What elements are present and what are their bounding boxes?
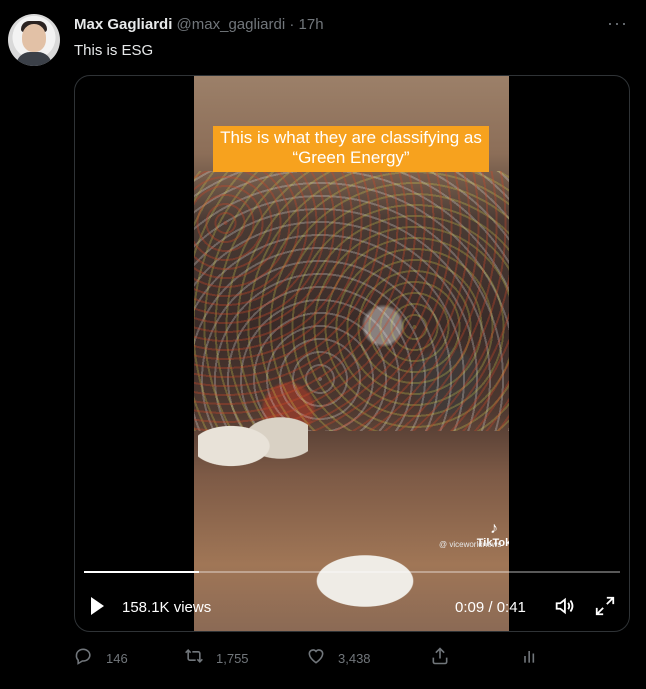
tweet-text: This is ESG xyxy=(74,42,154,59)
analytics-icon xyxy=(520,646,540,666)
retweet-count: 1,755 xyxy=(216,650,249,666)
video-caption: This is what they are classifying as “Gr… xyxy=(213,126,489,172)
more-options-icon[interactable]: ··· xyxy=(607,14,628,32)
progress-fill xyxy=(84,571,200,573)
tweet: Max Gagliardi @max_gagliardi · 17h ··· T… xyxy=(0,0,646,689)
reply-count: 146 xyxy=(106,650,128,666)
video-player[interactable]: ♪ TikTok @ viceworldnews This is what th… xyxy=(74,75,630,632)
heart-icon xyxy=(306,646,326,666)
separator-dot: · xyxy=(289,16,295,33)
author-handle[interactable]: @max_gagliardi xyxy=(177,16,286,33)
retweet-button[interactable]: 1,755 xyxy=(184,644,249,668)
reply-button[interactable]: 146 xyxy=(74,644,128,668)
share-button[interactable] xyxy=(430,644,450,668)
like-button[interactable]: 3,438 xyxy=(306,644,371,668)
avatar[interactable] xyxy=(8,14,60,66)
tweet-header: Max Gagliardi @max_gagliardi · 17h xyxy=(74,16,324,34)
progress-bar[interactable] xyxy=(84,571,620,573)
share-icon xyxy=(430,646,450,666)
volume-icon[interactable] xyxy=(553,595,575,617)
reply-icon xyxy=(74,646,94,666)
tweet-actions: 146 1,755 3,438 xyxy=(74,644,554,668)
play-icon[interactable] xyxy=(91,597,104,615)
view-count: 158.1K views xyxy=(122,599,212,616)
tweet-time[interactable]: 17h xyxy=(299,16,324,33)
fullscreen-icon[interactable] xyxy=(594,595,616,617)
tiktok-icon: ♪ xyxy=(490,520,498,537)
tiktok-handle: @ viceworldnews xyxy=(439,540,502,549)
timecode: 0:09 / 0:41 xyxy=(455,599,526,616)
video-controls: 158.1K views 0:09 / 0:41 xyxy=(75,581,629,631)
author-name[interactable]: Max Gagliardi xyxy=(74,16,172,33)
analytics-button[interactable] xyxy=(520,644,540,668)
like-count: 3,438 xyxy=(338,650,371,666)
retweet-icon xyxy=(184,646,204,666)
